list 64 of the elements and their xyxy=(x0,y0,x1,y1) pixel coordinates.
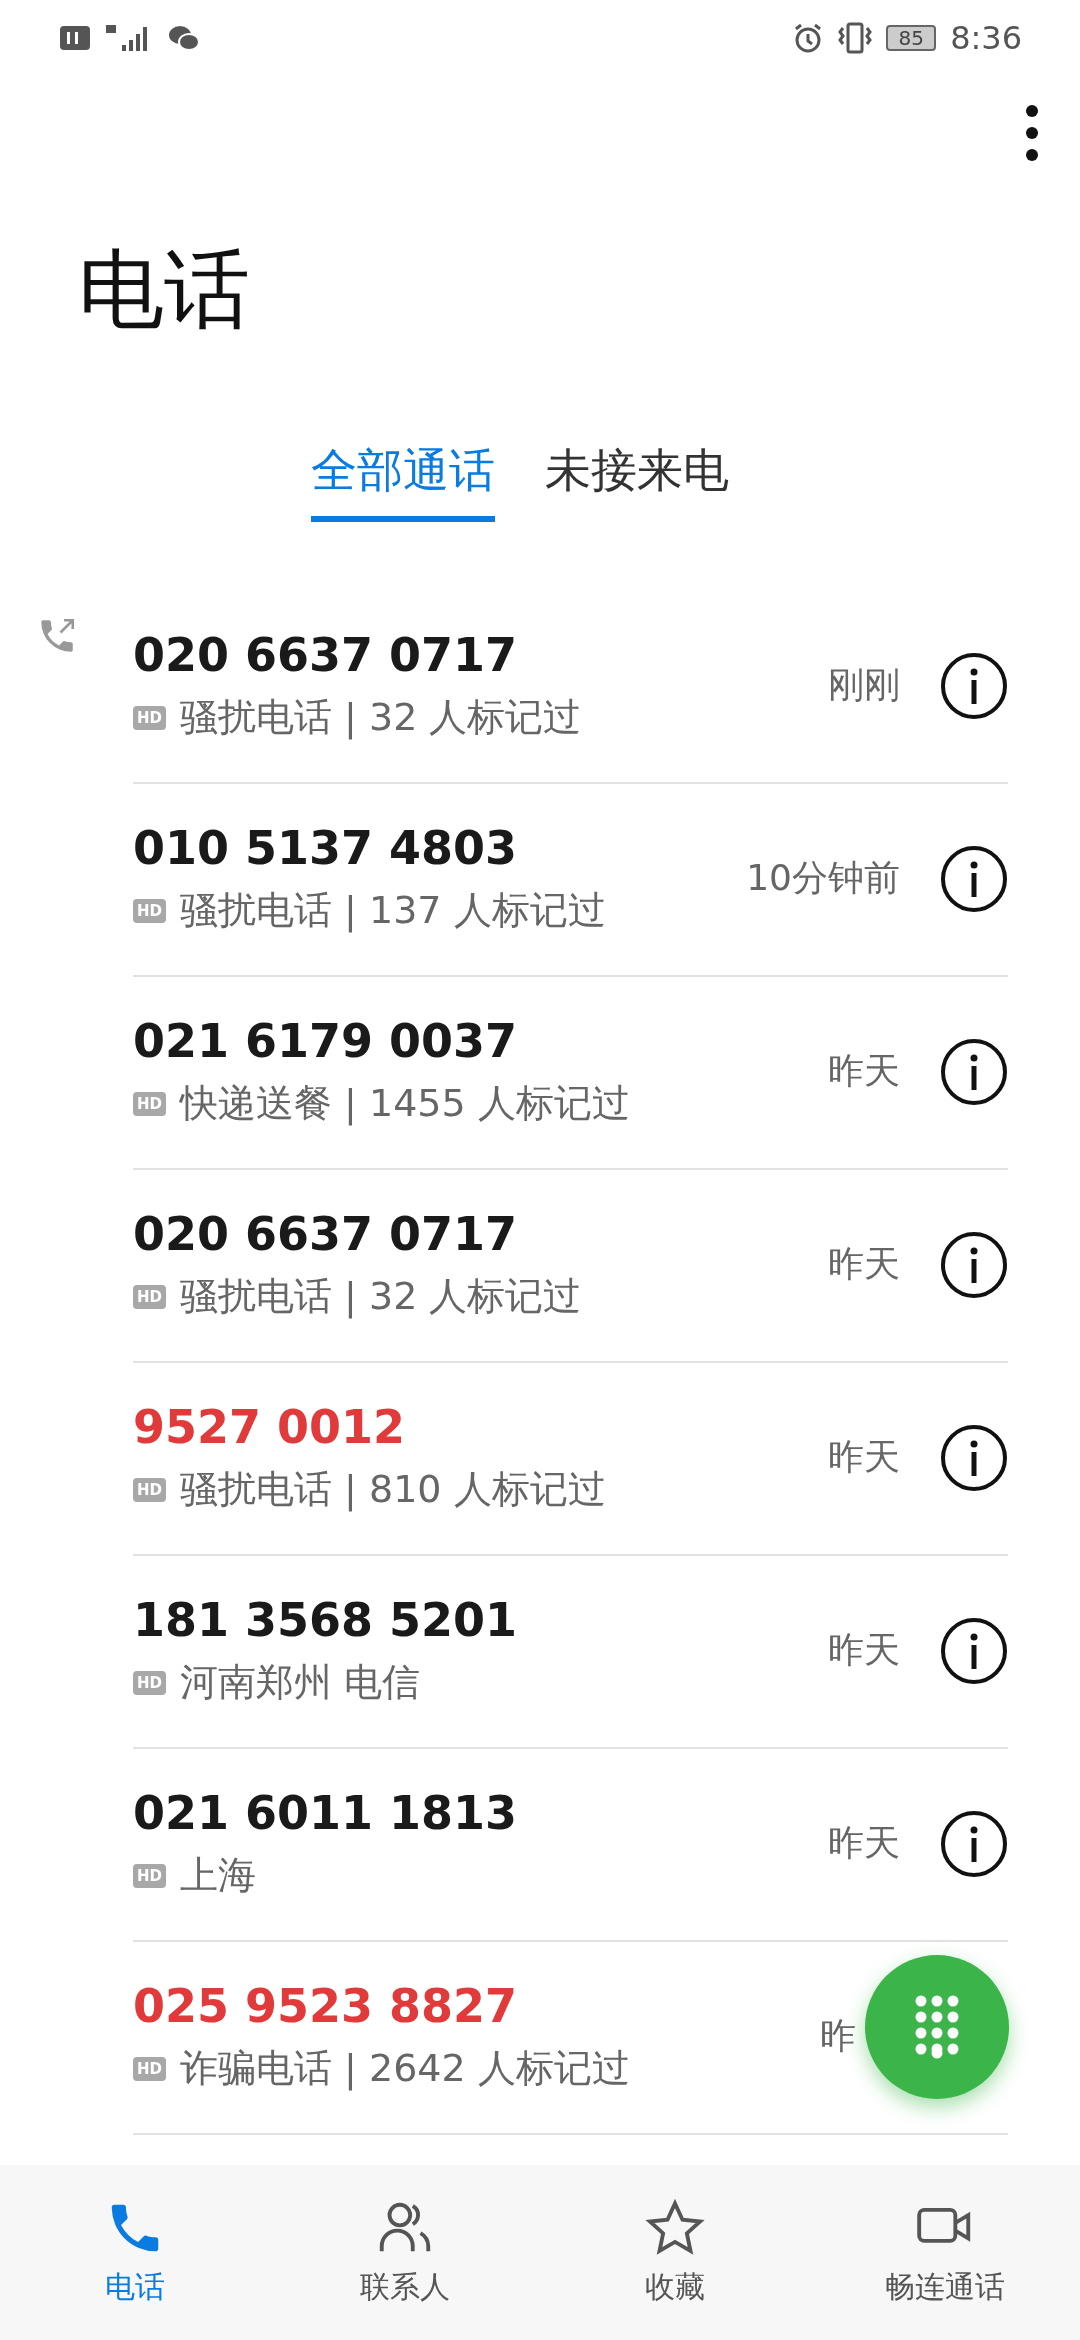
call-row[interactable]: 9527 0012 HD 骚扰电话 | 810 人标记过 昨天 xyxy=(0,1362,1080,1555)
call-detail: 骚扰电话 | 137 人标记过 xyxy=(180,887,606,935)
phone-number: 025 9523 8827 xyxy=(133,1979,519,2033)
call-time: 刚刚 xyxy=(828,663,900,707)
hd-badge: HD xyxy=(133,898,166,923)
phone-number: 9527 0012 xyxy=(133,1400,407,1454)
dialpad-button[interactable] xyxy=(865,1955,1009,2099)
nav-tab[interactable]: 收藏 xyxy=(540,2165,810,2340)
call-time: 昨天 xyxy=(828,1242,900,1286)
tab[interactable]: 未接来电 xyxy=(545,440,729,522)
call-time: 昨天 xyxy=(828,1049,900,1093)
phone-number: 181 3568 5201 xyxy=(133,1593,519,1647)
hd-badge: HD xyxy=(133,705,166,730)
info-icon[interactable] xyxy=(940,1230,1008,1299)
phone-number: 021 6011 1813 xyxy=(133,1786,519,1840)
info-icon[interactable] xyxy=(940,1423,1008,1492)
hd-badge: HD xyxy=(133,1091,166,1116)
call-row[interactable]: 020 6637 0717 HD 骚扰电话 | 32 人标记过 刚刚 xyxy=(0,590,1080,783)
call-detail: 骚扰电话 | 810 人标记过 xyxy=(180,1466,606,1514)
nav-label: 联系人 xyxy=(360,2268,450,2306)
nav-label: 收藏 xyxy=(645,2268,705,2306)
page-title: 电话 xyxy=(77,237,251,341)
call-time: 昨天 xyxy=(828,1435,900,1479)
hd-badge: HD xyxy=(133,1863,166,1888)
hd-badge: HD xyxy=(133,1284,166,1309)
call-row[interactable]: 020 6637 0717 HD 骚扰电话 | 32 人标记过 昨天 xyxy=(0,1169,1080,1362)
nav-tab[interactable]: 畅连通话 xyxy=(810,2165,1080,2340)
info-icon[interactable] xyxy=(940,1809,1008,1878)
nav-label: 电话 xyxy=(105,2268,165,2306)
call-detail: 骚扰电话 | 32 人标记过 xyxy=(180,1273,582,1321)
clock: 8:36 xyxy=(950,18,1022,57)
vibrate-icon xyxy=(838,21,873,54)
nav-label: 畅连通话 xyxy=(885,2268,1005,2306)
info-icon[interactable] xyxy=(940,1616,1008,1685)
nav-tab[interactable]: 电话 xyxy=(0,2165,270,2340)
call-time: 昨 xyxy=(820,2014,856,2058)
chat-icon xyxy=(168,23,200,52)
call-row[interactable]: 021 6011 1813 HD 上海 昨天 xyxy=(0,1748,1080,1941)
call-row[interactable]: 181 3568 5201 HD 河南郑州 电信 昨天 xyxy=(0,1555,1080,1748)
phone-number: 010 5137 4803 xyxy=(133,821,519,875)
call-time: 昨天 xyxy=(828,1628,900,1672)
battery-icon: 85 xyxy=(886,24,937,51)
call-detail: 诈骗电话 | 2642 人标记过 xyxy=(180,2045,630,2093)
info-icon[interactable] xyxy=(940,1037,1008,1106)
nav-tab[interactable]: 联系人 xyxy=(270,2165,540,2340)
call-detail: 快递送餐 | 1455 人标记过 xyxy=(180,1080,630,1128)
call-time: 昨天 xyxy=(828,1821,900,1865)
call-row[interactable]: 021 6179 0037 HD 快递送餐 | 1455 人标记过 昨天 xyxy=(0,976,1080,1169)
hd-badge: HD xyxy=(133,1477,166,1502)
info-icon[interactable] xyxy=(940,651,1008,720)
hd-badge: HD xyxy=(133,2056,166,2081)
call-detail: 骚扰电话 | 32 人标记过 xyxy=(180,694,582,742)
dialpad-icon xyxy=(914,1994,960,2060)
call-detail: 上海 xyxy=(180,1852,256,1899)
phone-number: 020 6637 0717 xyxy=(133,628,519,682)
call-row[interactable]: 010 5137 4803 HD 骚扰电话 | 137 人标记过 10分钟前 xyxy=(0,783,1080,976)
info-icon[interactable] xyxy=(940,844,1008,913)
phone-number: 020 6637 0717 xyxy=(133,1207,519,1261)
more-options-icon[interactable] xyxy=(1024,102,1040,163)
phone-number: 021 6179 0037 xyxy=(133,1014,519,1068)
call-time: 10分钟前 xyxy=(746,856,900,900)
call-detail: 河南郑州 电信 xyxy=(180,1659,421,1706)
tab[interactable]: 全部通话 xyxy=(311,440,495,522)
hd-badge: HD xyxy=(133,1670,166,1695)
